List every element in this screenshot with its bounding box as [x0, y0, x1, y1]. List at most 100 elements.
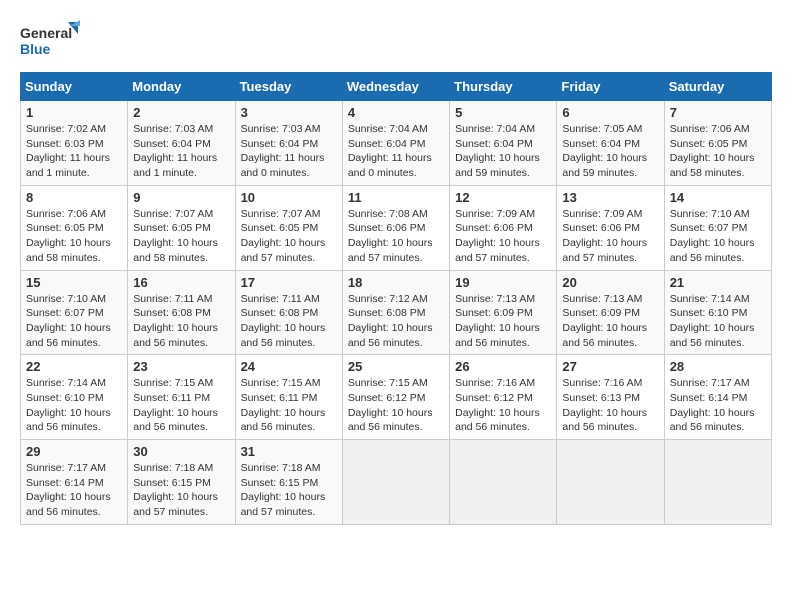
calendar-cell: 5 Sunrise: 7:04 AM Sunset: 6:04 PM Daylig… [450, 101, 557, 186]
day-info: Sunrise: 7:18 AM Sunset: 6:15 PM Dayligh… [241, 461, 337, 520]
day-number: 11 [348, 190, 444, 205]
day-info: Sunrise: 7:17 AM Sunset: 6:14 PM Dayligh… [670, 376, 766, 435]
calendar-week-row: 22 Sunrise: 7:14 AM Sunset: 6:10 PM Dayli… [21, 355, 772, 440]
day-number: 25 [348, 359, 444, 374]
day-number: 15 [26, 275, 122, 290]
day-info: Sunrise: 7:02 AM Sunset: 6:03 PM Dayligh… [26, 122, 122, 181]
day-info: Sunrise: 7:07 AM Sunset: 6:05 PM Dayligh… [241, 207, 337, 266]
day-number: 5 [455, 105, 551, 120]
calendar-cell: 26 Sunrise: 7:16 AM Sunset: 6:12 PM Dayli… [450, 355, 557, 440]
day-number: 29 [26, 444, 122, 459]
weekday-header: Sunday [21, 73, 128, 101]
day-info: Sunrise: 7:14 AM Sunset: 6:10 PM Dayligh… [26, 376, 122, 435]
calendar-cell: 25 Sunrise: 7:15 AM Sunset: 6:12 PM Dayli… [342, 355, 449, 440]
calendar-cell: 30Sunrise: 7:18 AM Sunset: 6:15 PM Dayli… [128, 440, 235, 525]
day-number: 27 [562, 359, 658, 374]
day-number: 2 [133, 105, 229, 120]
day-number: 14 [670, 190, 766, 205]
calendar-cell: 18 Sunrise: 7:12 AM Sunset: 6:08 PM Dayli… [342, 270, 449, 355]
day-number: 6 [562, 105, 658, 120]
day-info: Sunrise: 7:11 AM Sunset: 6:08 PM Dayligh… [133, 292, 229, 351]
day-number: 18 [348, 275, 444, 290]
day-info: Sunrise: 7:10 AM Sunset: 6:07 PM Dayligh… [670, 207, 766, 266]
weekday-header: Wednesday [342, 73, 449, 101]
calendar-cell: 8 Sunrise: 7:06 AM Sunset: 6:05 PM Daylig… [21, 185, 128, 270]
day-number: 12 [455, 190, 551, 205]
day-info: Sunrise: 7:15 AM Sunset: 6:11 PM Dayligh… [241, 376, 337, 435]
day-info: Sunrise: 7:15 AM Sunset: 6:12 PM Dayligh… [348, 376, 444, 435]
calendar-cell: 16Sunrise: 7:11 AM Sunset: 6:08 PM Dayli… [128, 270, 235, 355]
calendar-cell: 1 Sunrise: 7:02 AM Sunset: 6:03 PM Daylig… [21, 101, 128, 186]
calendar-cell: 11Sunrise: 7:08 AM Sunset: 6:06 PM Dayli… [342, 185, 449, 270]
calendar-cell [664, 440, 771, 525]
day-number: 23 [133, 359, 229, 374]
calendar-cell: 22 Sunrise: 7:14 AM Sunset: 6:10 PM Dayli… [21, 355, 128, 440]
calendar-cell: 13 Sunrise: 7:09 AM Sunset: 6:06 PM Dayli… [557, 185, 664, 270]
day-info: Sunrise: 7:04 AM Sunset: 6:04 PM Dayligh… [455, 122, 551, 181]
calendar-cell: 24 Sunrise: 7:15 AM Sunset: 6:11 PM Dayli… [235, 355, 342, 440]
day-number: 22 [26, 359, 122, 374]
day-info: Sunrise: 7:10 AM Sunset: 6:07 PM Dayligh… [26, 292, 122, 351]
day-info: Sunrise: 7:13 AM Sunset: 6:09 PM Dayligh… [562, 292, 658, 351]
header: General Blue [20, 20, 772, 64]
day-info: Sunrise: 7:12 AM Sunset: 6:08 PM Dayligh… [348, 292, 444, 351]
calendar-cell: 23 Sunrise: 7:15 AM Sunset: 6:11 PM Dayli… [128, 355, 235, 440]
day-number: 3 [241, 105, 337, 120]
day-number: 21 [670, 275, 766, 290]
calendar-cell: 17 Sunrise: 7:11 AM Sunset: 6:08 PM Dayli… [235, 270, 342, 355]
day-number: 10 [241, 190, 337, 205]
day-info: Sunrise: 7:03 AM Sunset: 6:04 PM Dayligh… [133, 122, 229, 181]
weekday-header: Monday [128, 73, 235, 101]
day-info: Sunrise: 7:15 AM Sunset: 6:11 PM Dayligh… [133, 376, 229, 435]
calendar-cell: 27 Sunrise: 7:16 AM Sunset: 6:13 PM Dayli… [557, 355, 664, 440]
day-info: Sunrise: 7:07 AM Sunset: 6:05 PM Dayligh… [133, 207, 229, 266]
calendar-week-row: 29Sunrise: 7:17 AM Sunset: 6:14 PM Dayli… [21, 440, 772, 525]
day-info: Sunrise: 7:16 AM Sunset: 6:13 PM Dayligh… [562, 376, 658, 435]
day-info: Sunrise: 7:16 AM Sunset: 6:12 PM Dayligh… [455, 376, 551, 435]
weekday-header: Saturday [664, 73, 771, 101]
calendar-cell: 12Sunrise: 7:09 AM Sunset: 6:06 PM Dayli… [450, 185, 557, 270]
calendar-week-row: 15 Sunrise: 7:10 AM Sunset: 6:07 PM Dayli… [21, 270, 772, 355]
day-number: 20 [562, 275, 658, 290]
calendar-week-row: 1 Sunrise: 7:02 AM Sunset: 6:03 PM Daylig… [21, 101, 772, 186]
calendar-cell: 2 Sunrise: 7:03 AM Sunset: 6:04 PM Daylig… [128, 101, 235, 186]
calendar-cell [557, 440, 664, 525]
day-info: Sunrise: 7:09 AM Sunset: 6:06 PM Dayligh… [562, 207, 658, 266]
svg-text:Blue: Blue [20, 41, 51, 57]
logo-icon: General Blue [20, 20, 80, 64]
calendar-cell: 14 Sunrise: 7:10 AM Sunset: 6:07 PM Dayli… [664, 185, 771, 270]
day-info: Sunrise: 7:11 AM Sunset: 6:08 PM Dayligh… [241, 292, 337, 351]
day-number: 28 [670, 359, 766, 374]
day-info: Sunrise: 7:05 AM Sunset: 6:04 PM Dayligh… [562, 122, 658, 181]
day-number: 31 [241, 444, 337, 459]
calendar-cell: 4Sunrise: 7:04 AM Sunset: 6:04 PM Daylig… [342, 101, 449, 186]
day-number: 24 [241, 359, 337, 374]
day-number: 7 [670, 105, 766, 120]
calendar-cell: 19 Sunrise: 7:13 AM Sunset: 6:09 PM Dayli… [450, 270, 557, 355]
calendar-cell: 21Sunrise: 7:14 AM Sunset: 6:10 PM Dayli… [664, 270, 771, 355]
day-number: 1 [26, 105, 122, 120]
day-number: 8 [26, 190, 122, 205]
calendar-cell: 29Sunrise: 7:17 AM Sunset: 6:14 PM Dayli… [21, 440, 128, 525]
calendar-header-row: SundayMondayTuesdayWednesdayThursdayFrid… [21, 73, 772, 101]
weekday-header: Friday [557, 73, 664, 101]
calendar-cell: 10 Sunrise: 7:07 AM Sunset: 6:05 PM Dayli… [235, 185, 342, 270]
day-number: 13 [562, 190, 658, 205]
calendar-cell: 28 Sunrise: 7:17 AM Sunset: 6:14 PM Dayli… [664, 355, 771, 440]
day-number: 26 [455, 359, 551, 374]
day-info: Sunrise: 7:06 AM Sunset: 6:05 PM Dayligh… [26, 207, 122, 266]
calendar-cell: 31 Sunrise: 7:18 AM Sunset: 6:15 PM Dayli… [235, 440, 342, 525]
day-info: Sunrise: 7:06 AM Sunset: 6:05 PM Dayligh… [670, 122, 766, 181]
calendar-week-row: 8 Sunrise: 7:06 AM Sunset: 6:05 PM Daylig… [21, 185, 772, 270]
day-number: 4 [348, 105, 444, 120]
day-info: Sunrise: 7:13 AM Sunset: 6:09 PM Dayligh… [455, 292, 551, 351]
day-number: 19 [455, 275, 551, 290]
day-info: Sunrise: 7:18 AM Sunset: 6:15 PM Dayligh… [133, 461, 229, 520]
day-number: 17 [241, 275, 337, 290]
calendar-cell: 20 Sunrise: 7:13 AM Sunset: 6:09 PM Dayli… [557, 270, 664, 355]
calendar-table: SundayMondayTuesdayWednesdayThursdayFrid… [20, 72, 772, 525]
weekday-header: Tuesday [235, 73, 342, 101]
day-number: 9 [133, 190, 229, 205]
weekday-header: Thursday [450, 73, 557, 101]
day-info: Sunrise: 7:03 AM Sunset: 6:04 PM Dayligh… [241, 122, 337, 181]
